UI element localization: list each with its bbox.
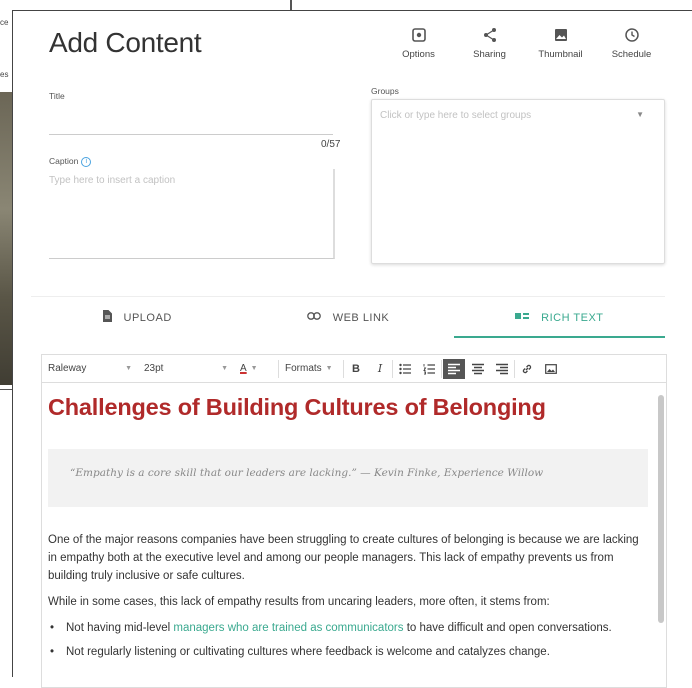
bold-button[interactable]: B [345,359,367,379]
image-icon [545,363,557,374]
align-center-icon [472,363,484,374]
chevron-down-icon: ▼ [125,365,132,372]
align-right-button[interactable] [491,359,513,379]
managers-link[interactable]: managers who are trained as communicator… [173,622,403,634]
toolbar-divider [392,359,393,378]
align-right-icon [496,363,508,374]
thumbnail-button[interactable]: Thumbnail [525,27,596,60]
font-color-select[interactable]: A ▼ [234,355,278,382]
tab-upload[interactable]: UPLOAD [31,297,242,338]
list-item-text: Not having mid-level [66,622,174,634]
bullet-list-button[interactable] [394,359,416,379]
toolbar-divider [514,359,515,378]
rich-text-icon [515,312,530,323]
content-type-tabs: UPLOAD WEB LINK RICH TEXT [31,296,666,338]
options-icon [411,28,426,42]
list-item: Not having mid-level managers who are tr… [48,619,648,637]
dialog-title: Add Content [49,27,202,58]
sharing-label: Sharing [473,49,506,60]
tab-rich-text[interactable]: RICH TEXT [453,297,666,338]
rich-text-editor: Raleway ▼ 23pt ▼ A ▼ Formats ▼ B I Chall… [41,354,667,688]
document-heading: Challenges of Building Cultures of Belon… [48,394,546,420]
chevron-down-icon: ▼ [325,365,333,372]
blockquote: “Empathy is a core skill that our leader… [48,449,648,507]
title-char-counter: 0/57 [321,139,341,150]
clock-icon [624,28,639,42]
groups-label: Groups [371,86,399,96]
formats-select[interactable]: Formats ▼ [279,355,343,382]
font-size-value: 23pt [144,363,164,374]
add-content-dialog: Add Content Options Sharing Thumbnail Sc… [12,10,692,688]
background-text: ce [0,18,9,27]
background-photo [0,92,12,385]
chevron-down-icon[interactable]: ▼ [636,110,644,119]
options-button[interactable]: Options [383,27,454,60]
insert-image-button[interactable] [540,359,562,379]
list-item: Not regularly listening or cultivating c… [48,643,648,661]
info-icon[interactable]: i [81,156,92,167]
tab-web-link[interactable]: WEB LINK [242,297,453,338]
caption-field [49,169,335,259]
tab-rich-text-label: RICH TEXT [541,311,604,324]
title-underline [49,134,333,135]
paragraph: While in some cases, this lack of empath… [48,596,550,608]
title-label: Title [49,91,65,101]
italic-button[interactable]: I [369,359,391,379]
font-family-value: Raleway [48,363,87,374]
bullet-list-icon [399,363,411,374]
link-icon [306,312,321,323]
tab-upload-label: UPLOAD [123,311,172,324]
link-icon [522,364,532,373]
toolbar-divider [343,359,344,378]
font-family-select[interactable]: Raleway ▼ [42,355,138,382]
insert-link-button[interactable] [516,359,538,379]
title-input[interactable] [49,106,333,134]
share-icon [483,28,496,42]
caption-label-text: Caption [49,156,79,166]
caption-input[interactable] [49,169,333,186]
font-color-icon: A [240,363,247,374]
thumbnail-label: Thumbnail [538,49,583,60]
options-label: Options [402,49,435,60]
groups-selector[interactable]: ▼ [371,99,665,264]
align-left-icon [448,363,460,374]
font-size-select[interactable]: 23pt ▼ [138,355,234,382]
chevron-down-icon: ▼ [221,365,228,372]
schedule-button[interactable]: Schedule [596,27,667,60]
numbered-list-button[interactable] [418,359,440,379]
file-icon [102,310,112,325]
toolbar-divider [441,359,442,378]
schedule-label: Schedule [611,49,652,60]
align-left-button[interactable] [443,358,465,379]
tab-web-link-label: WEB LINK [332,311,390,324]
chevron-down-icon: ▼ [250,365,258,372]
background-text: es [0,70,9,79]
bullet-list: Not having mid-level managers who are tr… [48,619,648,661]
header-toolbar: Options Sharing Thumbnail Schedule [383,27,667,60]
sharing-button[interactable]: Sharing [454,27,525,60]
list-item-text: to have difficult and open conversations… [403,622,612,634]
paragraph: One of the major reasons companies have … [48,534,639,582]
image-icon [554,29,567,41]
editor-toolbar: Raleway ▼ 23pt ▼ A ▼ Formats ▼ B I [42,355,666,383]
formats-label: Formats [285,363,322,374]
align-center-button[interactable] [467,359,489,379]
groups-input[interactable] [372,100,622,131]
caption-label: Caption i [49,156,92,167]
background-divider [290,0,291,10]
editor-scrollbar[interactable] [658,395,664,623]
numbered-list-icon [423,363,435,374]
editor-content[interactable]: Challenges of Building Cultures of Belon… [42,384,654,687]
